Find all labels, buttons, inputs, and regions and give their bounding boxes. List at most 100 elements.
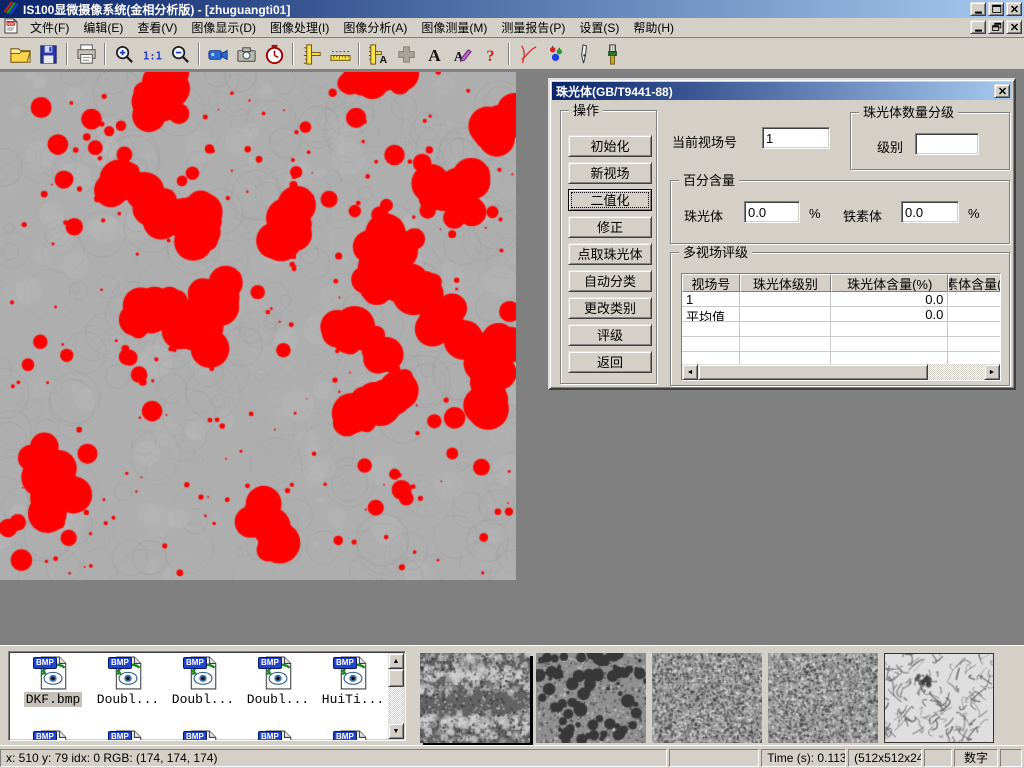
menu-image-analysis[interactable]: 图像分析(A)	[336, 17, 414, 38]
new-field-button[interactable]: 新视场	[568, 162, 652, 184]
thumbnail-5[interactable]	[884, 653, 994, 743]
mdi-minimize-button[interactable]	[970, 20, 986, 34]
rating-table[interactable]: 视场号 珠光体级别 珠光体含量(%) 铁素体含量(%) 1 0.0 平均值 0.…	[681, 273, 1001, 381]
cell	[740, 292, 831, 307]
grade-input[interactable]	[915, 133, 979, 155]
micrograph-image[interactable]	[0, 72, 516, 580]
open-folder-icon	[9, 43, 32, 66]
mdi-close-button[interactable]	[1006, 20, 1022, 34]
scrollbar-thumb[interactable]	[698, 364, 928, 380]
table-horizontal-scrollbar[interactable]: ◄ ►	[682, 364, 1000, 380]
calibration-curve-button[interactable]	[515, 41, 541, 67]
timer-button[interactable]	[261, 41, 287, 67]
bottom-panel: BMP DKF.bmp BMP Doubl... BMP Doubl... BM…	[0, 645, 1024, 745]
thumbnail-1[interactable]	[420, 653, 530, 743]
file-list: BMP DKF.bmp BMP Doubl... BMP Doubl... BM…	[8, 651, 406, 741]
toolbar: 1:1AAA?	[0, 39, 1024, 70]
caliper-button[interactable]	[299, 41, 325, 67]
menu-image-display[interactable]: 图像显示(D)	[184, 17, 263, 38]
file-name[interactable]: Doubl...	[170, 692, 236, 707]
pen-button[interactable]	[571, 41, 597, 67]
video-camera-button[interactable]	[205, 41, 231, 67]
table-row[interactable]: 平均值 0.0	[682, 307, 1000, 322]
col-pearlite-grade: 珠光体级别	[740, 274, 831, 292]
dialog-close-button[interactable]	[994, 84, 1010, 98]
menu-image-measure[interactable]: 图像测量(M)	[414, 17, 494, 38]
initialize-button[interactable]: 初始化	[568, 135, 652, 157]
file-item[interactable]: BMP Doubl...	[242, 656, 314, 707]
file-item[interactable]: BMP HuiTi...	[317, 656, 389, 707]
menu-image-process[interactable]: 图像处理(I)	[263, 17, 336, 38]
file-name[interactable]: HuiTi...	[320, 692, 386, 707]
maximize-button[interactable]	[988, 2, 1004, 16]
help-button[interactable]: ?	[477, 41, 503, 67]
scrollbar-thumb[interactable]	[388, 669, 404, 687]
change-class-button[interactable]: 更改类别	[568, 297, 652, 319]
correct-button[interactable]: 修正	[568, 216, 652, 238]
thumbnail-2[interactable]	[536, 653, 646, 743]
menu-settings[interactable]: 设置(S)	[572, 17, 626, 38]
return-button[interactable]: 返回	[568, 351, 652, 373]
file-item[interactable]: BMP Doubl...	[167, 656, 239, 707]
print-button[interactable]	[73, 41, 99, 67]
svg-text:A: A	[428, 46, 441, 65]
auto-classify-button[interactable]: 自动分类	[568, 270, 652, 292]
grade-button[interactable]: 评级	[568, 324, 652, 346]
merge-button[interactable]	[393, 41, 419, 67]
pearlite-percent-input[interactable]	[744, 201, 800, 223]
minimize-button[interactable]	[970, 2, 986, 16]
cell: 1	[682, 292, 740, 307]
scroll-down-icon[interactable]: ▼	[388, 723, 404, 739]
menu-report[interactable]: 测量报告(P)	[494, 17, 572, 38]
mdi-restore-button[interactable]	[988, 20, 1004, 34]
measure-text-button[interactable]: A	[365, 41, 391, 67]
toolbar-separator	[508, 43, 510, 65]
cell	[948, 292, 1000, 307]
text-button[interactable]: A	[421, 41, 447, 67]
pen-icon	[573, 43, 596, 66]
cell	[948, 322, 1000, 337]
file-item[interactable]: BMP	[317, 730, 389, 741]
file-item[interactable]: BMP	[92, 730, 164, 741]
pick-pearlite-button[interactable]: 点取珠光体	[568, 243, 652, 265]
file-item[interactable]: BMP	[242, 730, 314, 741]
current-field-input[interactable]	[762, 127, 830, 149]
file-name[interactable]: Doubl...	[245, 692, 311, 707]
zoom-in-button[interactable]	[111, 41, 137, 67]
open-folder-button[interactable]	[7, 41, 33, 67]
scroll-up-icon[interactable]: ▲	[388, 653, 404, 669]
color-classify-button[interactable]	[543, 41, 569, 67]
cell	[948, 337, 1000, 352]
file-item[interactable]: BMP	[167, 730, 239, 741]
brush-button[interactable]	[599, 41, 625, 67]
scroll-right-icon[interactable]: ►	[984, 364, 1000, 380]
file-name[interactable]: DKF.bmp	[24, 692, 83, 707]
bmp-file-icon: BMP	[262, 730, 294, 741]
ruler-button[interactable]	[327, 41, 353, 67]
file-item[interactable]: BMP DKF.bmp	[17, 656, 89, 707]
thumbnail-3[interactable]	[652, 653, 762, 743]
file-name[interactable]: Doubl...	[95, 692, 161, 707]
close-button[interactable]	[1006, 2, 1022, 16]
table-row[interactable]	[682, 322, 1000, 337]
thumbnail-4[interactable]	[768, 653, 878, 743]
file-list-scrollbar[interactable]: ▲ ▼	[388, 653, 404, 739]
table-row[interactable]: 1 0.0	[682, 292, 1000, 307]
still-camera-button[interactable]	[233, 41, 259, 67]
menu-view[interactable]: 查看(V)	[130, 17, 184, 38]
zoom-out-button[interactable]	[167, 41, 193, 67]
ferrite-percent-input[interactable]	[901, 201, 959, 223]
table-row[interactable]	[682, 337, 1000, 352]
menu-edit[interactable]: 编辑(E)	[76, 17, 130, 38]
binarize-button[interactable]: 二值化	[568, 189, 652, 211]
toolbar-separator	[104, 43, 106, 65]
annotate-button[interactable]: A	[449, 41, 475, 67]
menu-file[interactable]: 文件(F)	[23, 17, 76, 38]
bmp-badge: BMP	[33, 731, 57, 741]
file-item[interactable]: BMP Doubl...	[92, 656, 164, 707]
actual-size-button[interactable]: 1:1	[139, 41, 165, 67]
scroll-left-icon[interactable]: ◄	[682, 364, 698, 380]
menu-help[interactable]: 帮助(H)	[626, 17, 681, 38]
file-item[interactable]: BMP	[17, 730, 89, 741]
save-button[interactable]	[35, 41, 61, 67]
